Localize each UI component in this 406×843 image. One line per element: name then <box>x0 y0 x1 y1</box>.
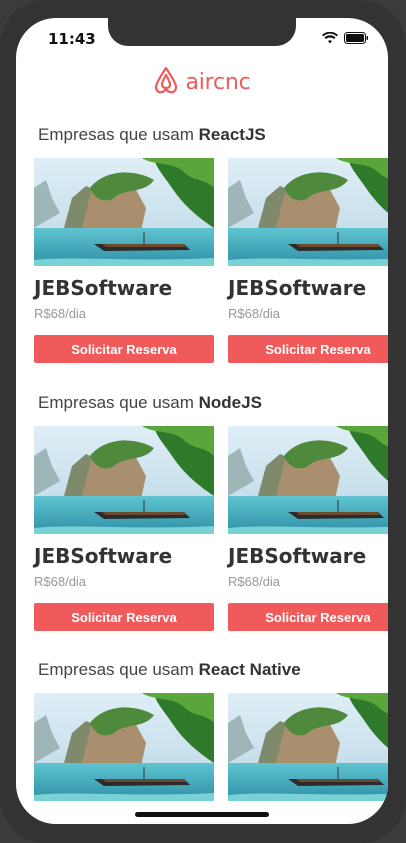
request-booking-button[interactable]: Solicitar Reserva <box>34 603 214 631</box>
section-title-tech: ReactJS <box>198 125 266 144</box>
request-booking-button[interactable]: Solicitar Reserva <box>228 335 388 363</box>
company-list[interactable]: JEBSoftware R$68/dia Solicitar Reserva J… <box>34 426 388 631</box>
company-card: JEBSoftware R$68/dia Solicitar Reserva <box>228 158 388 363</box>
section-title: Empresas que usam NodeJS <box>38 393 262 413</box>
company-card: JEBSoftware R$68/dia Solicitar Reserva <box>34 158 214 363</box>
battery-icon <box>344 32 368 44</box>
company-price: R$68/dia <box>34 306 87 321</box>
section-title: Empresas que usam React Native <box>38 660 301 680</box>
company-name: JEBSoftware <box>34 276 173 300</box>
status-time: 11:43 <box>48 30 96 48</box>
company-thumbnail <box>34 158 214 266</box>
company-thumbnail <box>228 693 388 801</box>
company-name: JEBSoftware <box>228 276 367 300</box>
request-booking-button[interactable]: Solicitar Reserva <box>34 335 214 363</box>
app-logo: aircnc <box>16 66 388 99</box>
company-card: JEBSoftware R$68/dia Solicitar Reserva <box>34 426 214 631</box>
company-thumbnail <box>34 426 214 534</box>
company-price: R$68/dia <box>228 306 281 321</box>
company-name: JEBSoftware <box>228 544 367 568</box>
home-indicator[interactable] <box>135 812 269 817</box>
app-screen: 11:43 aircnc Empresas que usam ReactJS J… <box>16 18 388 824</box>
section-title-tech: NodeJS <box>198 393 262 412</box>
company-card <box>228 693 388 801</box>
company-card <box>34 693 214 801</box>
section-title-prefix: Empresas que usam <box>38 660 199 679</box>
airbnb-logo-icon <box>153 66 179 99</box>
company-list[interactable] <box>34 693 388 801</box>
company-price: R$68/dia <box>34 574 87 589</box>
request-booking-button[interactable]: Solicitar Reserva <box>228 603 388 631</box>
section-title-prefix: Empresas que usam <box>38 393 199 412</box>
section-title-tech: React Native <box>198 660 301 679</box>
company-name: JEBSoftware <box>34 544 173 568</box>
company-thumbnail <box>228 158 388 266</box>
company-list[interactable]: JEBSoftware R$68/dia Solicitar Reserva J… <box>34 158 388 363</box>
wifi-icon <box>322 32 338 44</box>
device-notch <box>108 18 296 46</box>
section-title: Empresas que usam ReactJS <box>38 125 266 145</box>
company-thumbnail <box>228 426 388 534</box>
company-price: R$68/dia <box>228 574 281 589</box>
company-card: JEBSoftware R$68/dia Solicitar Reserva <box>228 426 388 631</box>
company-thumbnail <box>34 693 214 801</box>
section-title-prefix: Empresas que usam <box>38 125 199 144</box>
brand-name: aircnc <box>185 70 251 95</box>
status-icons <box>322 32 368 44</box>
